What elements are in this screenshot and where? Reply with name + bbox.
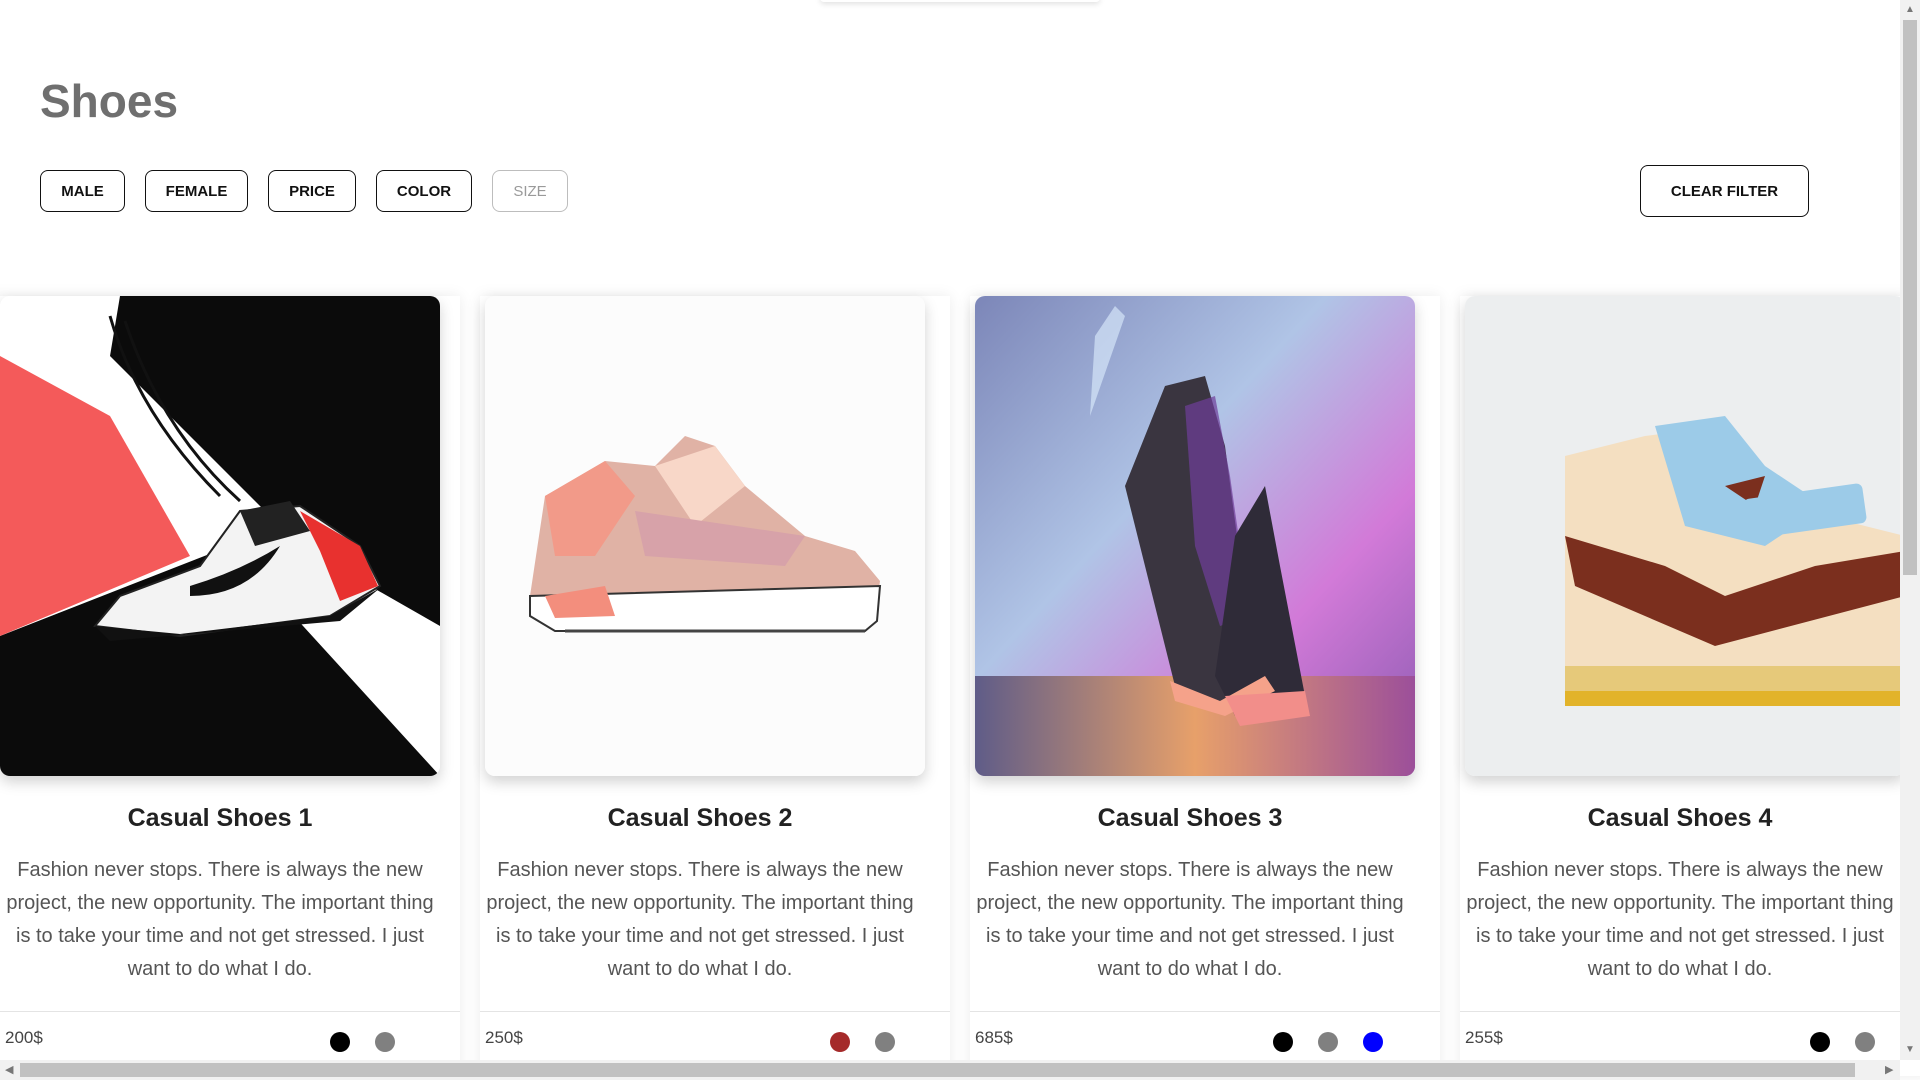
product-image-4[interactable] xyxy=(1465,296,1905,776)
color-swatch-gray[interactable] xyxy=(375,1032,395,1052)
horizontal-scroll-thumb[interactable] xyxy=(20,1063,1855,1077)
filter-color-button[interactable]: COLOR xyxy=(376,170,472,212)
product-image-2[interactable] xyxy=(485,296,925,776)
product-name-4: Casual Shoes 4 xyxy=(1587,804,1773,832)
color-swatch-gray[interactable] xyxy=(1855,1032,1875,1052)
scroll-right-icon[interactable]: ▶ xyxy=(1885,1063,1893,1076)
shoe-photo-1 xyxy=(0,296,440,776)
product-card-4[interactable]: Casual Shoes 4 Fashion never stops. Ther… xyxy=(1460,296,1920,1076)
product-description-2: Fashion never stops. There is always the… xyxy=(486,859,914,980)
scroll-up-icon[interactable]: ▲ xyxy=(1905,4,1915,15)
product-price-4: 255$ xyxy=(1465,1028,1503,1047)
card-divider xyxy=(480,1011,950,1012)
shoe-photo-4 xyxy=(1465,296,1905,776)
page: Shoes MALE FEMALE PRICE COLOR SIZE CLEAR… xyxy=(0,0,1920,1080)
color-swatch-black[interactable] xyxy=(330,1032,350,1052)
product-price-1: 200$ xyxy=(5,1028,43,1047)
vertical-scroll-thumb[interactable] xyxy=(1903,20,1917,575)
scroll-down-icon[interactable]: ▼ xyxy=(1905,1044,1915,1055)
product-price-3: 685$ xyxy=(975,1028,1013,1047)
card-divider xyxy=(0,1011,460,1012)
shoe-photo-3 xyxy=(975,296,1415,776)
product-image-1[interactable] xyxy=(0,296,440,776)
product-card-1[interactable]: Casual Shoes 1 Fashion never stops. Ther… xyxy=(0,296,460,1076)
horizontal-scrollbar[interactable]: ◀ ▶ xyxy=(0,1060,1900,1080)
color-swatch-blue[interactable] xyxy=(1363,1032,1383,1052)
filter-male-button[interactable]: MALE xyxy=(40,170,125,212)
product-description-3: Fashion never stops. There is always the… xyxy=(976,859,1404,980)
color-swatch-gray[interactable] xyxy=(1318,1032,1338,1052)
product-description-4: Fashion never stops. There is always the… xyxy=(1466,859,1894,980)
page-title: Shoes xyxy=(40,75,179,127)
product-description-1: Fashion never stops. There is always the… xyxy=(6,859,434,980)
color-swatch-brown[interactable] xyxy=(830,1032,850,1052)
card-divider xyxy=(1460,1011,1920,1012)
product-price-2: 250$ xyxy=(485,1028,523,1047)
card-divider xyxy=(970,1011,1440,1012)
clear-filter-button[interactable]: CLEAR FILTER xyxy=(1640,165,1809,217)
color-swatch-gray[interactable] xyxy=(875,1032,895,1052)
product-card-2[interactable]: Casual Shoes 2 Fashion never stops. Ther… xyxy=(480,296,950,1076)
filter-size-button[interactable]: SIZE xyxy=(492,170,568,212)
vertical-scrollbar[interactable]: ▲ ▼ xyxy=(1900,0,1920,1060)
filter-price-button[interactable]: PRICE xyxy=(268,170,356,212)
filter-female-button[interactable]: FEMALE xyxy=(145,170,248,212)
color-swatch-black[interactable] xyxy=(1273,1032,1293,1052)
product-name-3: Casual Shoes 3 xyxy=(1097,804,1283,832)
scroll-left-icon[interactable]: ◀ xyxy=(5,1063,13,1076)
product-name-2: Casual Shoes 2 xyxy=(607,804,793,832)
product-name-1: Casual Shoes 1 xyxy=(127,804,313,832)
top-tab-edge xyxy=(820,0,1100,2)
product-card-3[interactable]: Casual Shoes 3 Fashion never stops. Ther… xyxy=(970,296,1440,1076)
product-image-3[interactable] xyxy=(975,296,1415,776)
shoe-photo-2 xyxy=(485,296,925,776)
color-swatch-black[interactable] xyxy=(1810,1032,1830,1052)
